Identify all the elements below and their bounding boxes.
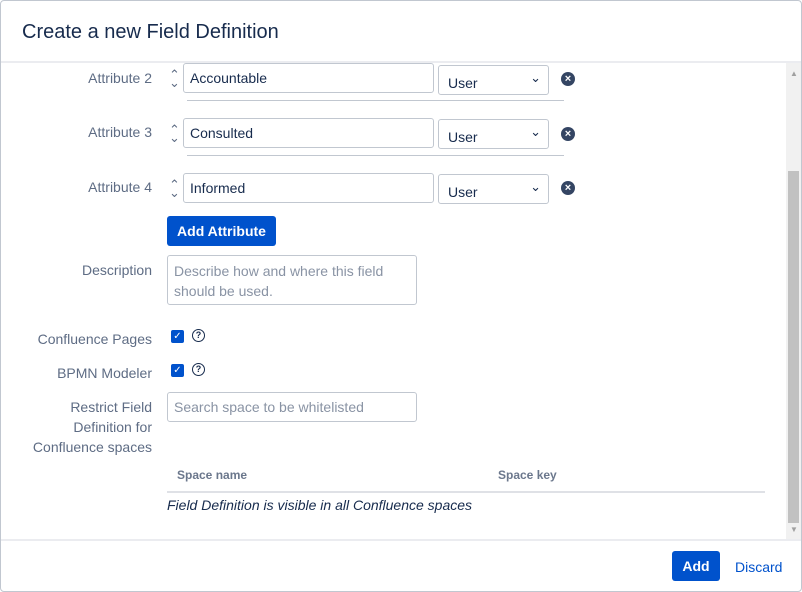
discard-link[interactable]: Discard: [735, 559, 782, 575]
attribute-type-select[interactable]: User ⌄: [438, 65, 549, 95]
selected-type: User: [448, 184, 478, 200]
selected-type: User: [448, 129, 478, 145]
attribute-name-input[interactable]: Informed: [183, 173, 434, 203]
help-icon[interactable]: ?: [192, 363, 205, 376]
table-divider: [167, 491, 765, 493]
scrollbar[interactable]: ▲ ▼: [786, 63, 801, 539]
remove-attribute-icon[interactable]: ×: [561, 72, 575, 86]
scroll-up-icon[interactable]: ▲: [790, 69, 798, 78]
reorder-icon[interactable]: ⌃ ⌄: [169, 68, 180, 89]
remove-attribute-icon[interactable]: ×: [561, 127, 575, 141]
add-attribute-button[interactable]: Add Attribute: [167, 216, 276, 246]
add-button[interactable]: Add: [672, 551, 720, 581]
bpmn-modeler-checkbox[interactable]: ✓: [171, 364, 184, 377]
scrollbar-thumb[interactable]: [788, 171, 799, 523]
attribute-type-select[interactable]: User ⌄: [438, 174, 549, 204]
attribute-label: Attribute 2: [88, 70, 152, 86]
description-label: Description: [81, 262, 152, 278]
reorder-icon[interactable]: ⌃ ⌄: [169, 178, 180, 199]
chevron-down-icon: ⌄: [530, 70, 541, 85]
attribute-label: Attribute 4: [88, 179, 152, 195]
description-textarea[interactable]: Describe how and where this field should…: [167, 255, 417, 305]
placeholder-text: Describe how and where this field: [174, 263, 384, 279]
selected-type: User: [448, 75, 478, 91]
dialog-title: Create a new Field Definition: [22, 21, 279, 43]
bpmn-modeler-label: BPMN Modeler: [57, 365, 152, 381]
label-line: Restrict Field: [70, 399, 152, 415]
attribute-name-input[interactable]: Consulted: [183, 118, 434, 148]
dialog-header: Create a new Field Definition: [1, 1, 801, 63]
create-field-definition-dialog: Create a new Field Definition Attribute …: [0, 0, 802, 592]
confluence-pages-checkbox[interactable]: ✓: [171, 330, 184, 343]
column-header-space-key[interactable]: Space key: [498, 468, 557, 482]
space-search-input[interactable]: Search space to be whitelisted: [167, 392, 417, 422]
remove-attribute-icon[interactable]: ×: [561, 181, 575, 195]
help-icon[interactable]: ?: [192, 329, 205, 342]
attribute-label: Attribute 3: [88, 124, 152, 140]
reorder-icon[interactable]: ⌃ ⌄: [169, 123, 180, 144]
divider: [187, 100, 564, 101]
dialog-body: Attribute 2 ⌃ ⌄ Accountable User ⌄ × Attri…: [1, 63, 786, 539]
scroll-down-icon[interactable]: ▼: [790, 525, 798, 534]
divider: [187, 155, 564, 156]
label-line: Definition for: [73, 419, 152, 435]
column-header-space-name[interactable]: Space name: [177, 468, 247, 482]
empty-table-message: Field Definition is visible in all Confl…: [167, 497, 473, 513]
label-line: Confluence spaces: [32, 439, 152, 455]
dialog-footer: Add Discard: [1, 539, 801, 591]
restrict-label: Restrict Field Definition for Confluence…: [33, 397, 152, 457]
attribute-name-input[interactable]: Accountable: [183, 63, 434, 93]
placeholder-text: should be used.: [174, 283, 273, 299]
chevron-down-icon: ⌄: [530, 124, 541, 139]
confluence-pages-label: Confluence Pages: [37, 331, 152, 347]
attribute-type-select[interactable]: User ⌄: [438, 119, 549, 149]
chevron-down-icon: ⌄: [530, 179, 541, 194]
